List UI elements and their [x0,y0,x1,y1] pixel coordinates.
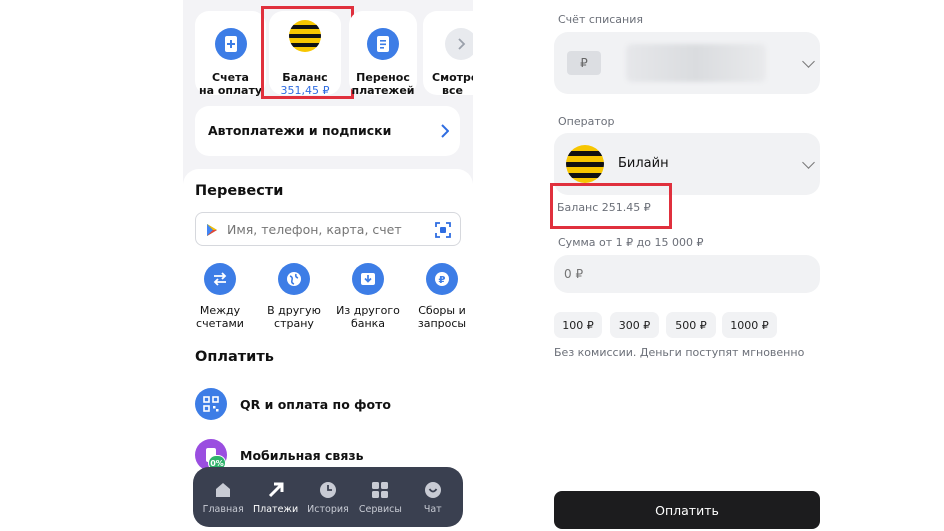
pay-qr-photo-row[interactable]: QR и оплата по фото [195,387,461,421]
autopay-label: Автоплатежи и подписки [208,123,392,138]
quick-action-invoices[interactable]: Счета на оплату [195,11,266,97]
pay-button[interactable]: Оплатить [554,491,820,529]
qr-icon [195,388,227,420]
transfer-abroad[interactable]: В другую страну [261,263,327,330]
chevron-down-icon [802,156,815,169]
document-transfer-icon [367,28,399,60]
swap-arrows-icon [204,263,236,295]
tab-chat[interactable]: Чат [408,479,458,515]
transfer-section-title: Перевести [195,183,284,199]
amount-input[interactable] [564,265,764,283]
globe-icon [278,263,310,295]
transfer-item-label: Из другого банка [336,304,400,330]
amount-chip-500[interactable]: 500 ₽ [666,312,716,338]
bottom-tab-bar: Главная Платежи История Сервисы Чат [193,467,463,527]
pay-section-title: Оплатить [195,349,274,365]
tab-history[interactable]: История [303,479,353,515]
transfer-collections-requests[interactable]: ₽ Сборы и запросы [409,263,473,330]
payments-arrow-icon [251,479,301,501]
chevron-right-icon [445,28,473,60]
operator-select[interactable]: Билайн [554,133,820,195]
transfer-search-input[interactable] [227,220,427,238]
transfer-item-label: В другую страну [267,304,321,330]
debit-account-select[interactable]: ₽ [554,32,820,94]
transfer-between-accounts[interactable]: Между счетами [187,263,253,330]
quick-action-label: Смотревсе [432,71,473,97]
account-details-blurred [626,44,766,82]
operator-label: Оператор [558,115,615,128]
quick-action-transfer-payments[interactable]: Перенос платежей [349,11,417,97]
amount-hint: Сумма от 1 ₽ до 15 000 ₽ [558,236,704,249]
autopay-subscriptions-row[interactable]: Автоплатежи и подписки [195,106,460,156]
amount-field[interactable] [554,255,820,293]
grid-icon [355,479,405,501]
tab-home[interactable]: Главная [198,479,248,515]
beeline-logo-icon [566,145,604,183]
pay-item-label: QR и оплата по фото [240,396,391,412]
screenshot-root: Счета на оплату Баланс 351,45 ₽ Перенос пла… [0,0,944,531]
invoice-icon [214,28,247,60]
payments-screen: Счета на оплату Баланс 351,45 ₽ Перенос пла… [183,0,473,531]
operator-balance-text: Баланс 251.45 ₽ [557,201,651,214]
home-icon [198,479,248,501]
tab-services[interactable]: Сервисы [355,479,405,515]
quick-action-label: Перенос платежей [351,71,415,97]
transfer-from-other-bank[interactable]: Из другого банка [335,263,401,330]
quick-action-label: Счета на оплату [198,71,263,97]
transfer-search-field[interactable] [195,212,461,246]
svg-text:₽: ₽ [439,275,446,286]
amount-chip-300[interactable]: 300 ₽ [610,312,659,338]
scan-icon[interactable] [435,222,451,238]
operator-name: Билайн [618,156,669,171]
pay-item-label: Мобильная связь [240,447,364,463]
chevron-right-icon [441,124,449,138]
quick-action-label: Баланс 351,45 ₽ [280,71,330,97]
tab-payments[interactable]: Платежи [251,479,301,515]
mobile-topup-screen: Счёт списания ₽ Оператор Билайн Баланс 2… [544,0,834,531]
quick-action-balance[interactable]: Баланс 351,45 ₽ [269,11,341,97]
quick-action-see-all[interactable]: Смотревсе [423,11,473,97]
transfer-item-label: Сборы и запросы [417,304,467,330]
commission-note: Без комиссии. Деньги поступят мгновенно [554,346,805,359]
chat-icon [408,479,458,501]
currency-badge: ₽ [567,51,601,75]
play-logo-icon [207,224,217,236]
amount-chip-1000[interactable]: 1000 ₽ [722,312,777,338]
bank-download-icon [352,263,384,295]
ruble-coin-icon: ₽ [426,263,458,295]
pay-button-label: Оплатить [655,502,719,518]
amount-chip-100[interactable]: 100 ₽ [554,312,602,338]
debit-account-label: Счёт списания [558,13,643,26]
transfer-item-label: Между счетами [196,304,244,330]
clock-icon [303,479,353,501]
chevron-down-icon [802,55,815,68]
beeline-logo-icon [289,20,321,52]
